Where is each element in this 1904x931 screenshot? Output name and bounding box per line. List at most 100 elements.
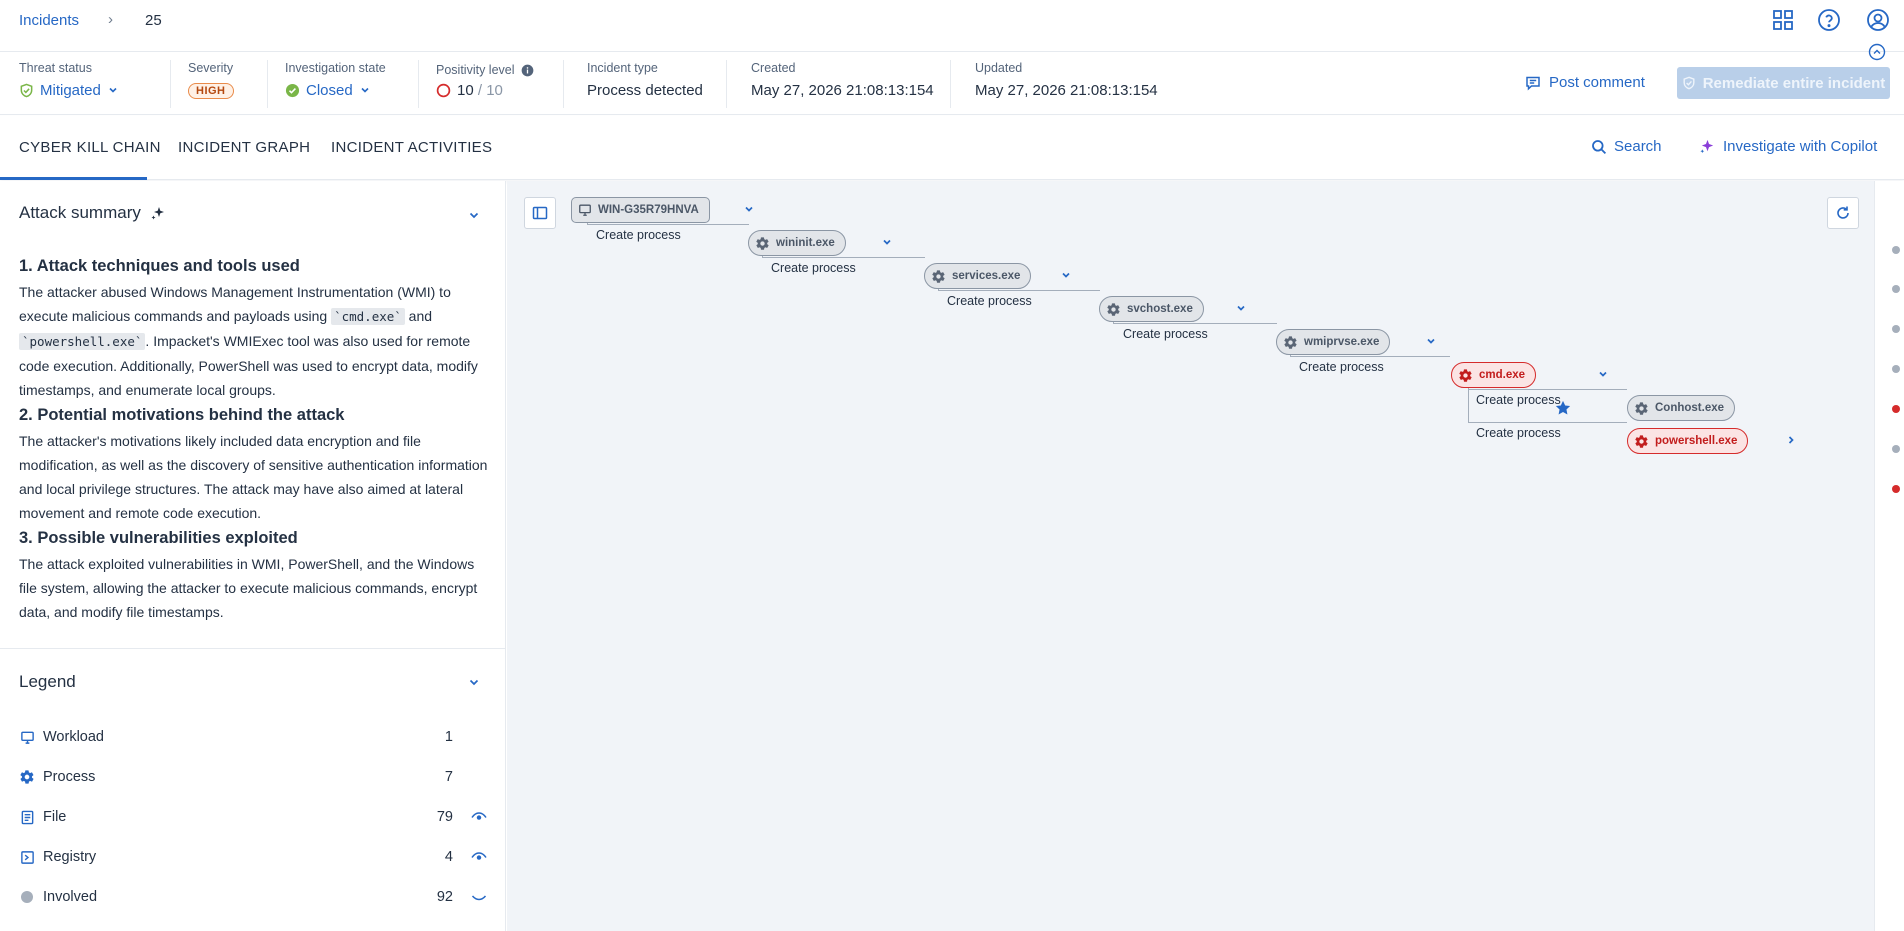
summary-heading-motivations: 2. Potential motivations behind the atta… <box>19 406 345 424</box>
legend-label: Process <box>43 769 96 785</box>
tab-incident-activities[interactable]: INCIDENT ACTIVITIES <box>331 139 492 156</box>
legend-count: 79 <box>436 809 453 825</box>
legend-label: Workload <box>43 729 104 745</box>
attack-summary-title: Attack summary <box>19 203 141 222</box>
breadcrumb-current: 25 <box>145 12 162 29</box>
node-label: wininit.exe <box>776 237 835 249</box>
graph-node-malicious-process[interactable]: cmd.exe <box>1451 362 1537 388</box>
expand-node-chevron-icon[interactable] <box>1597 368 1609 380</box>
node-label: wmiprvse.exe <box>1304 336 1380 348</box>
expand-node-chevron-icon[interactable] <box>1425 335 1437 347</box>
legend-label: File <box>43 809 67 825</box>
created-label: Created <box>751 61 796 75</box>
remediate-label: Remediate entire incident <box>1702 74 1886 92</box>
graph-node-host[interactable]: WIN-G35R79HNVA <box>571 197 710 223</box>
attack-summary-header[interactable]: Attack summary <box>19 203 167 223</box>
divider <box>267 60 268 108</box>
help-icon[interactable] <box>1817 8 1841 32</box>
graph-node-process[interactable]: wmiprvse.exe <box>1276 329 1391 355</box>
eye-visibility-icon[interactable] <box>471 849 487 865</box>
edge-label: Create process <box>596 228 681 242</box>
summary-paragraph-vulnerabilities: The attack exploited vulnerabilities in … <box>19 556 478 620</box>
expand-node-chevron-icon[interactable] <box>743 203 755 215</box>
ai-sparkle-icon <box>151 207 164 220</box>
positivity-ring-icon <box>436 83 451 97</box>
minimap-dot-malicious[interactable] <box>1892 485 1900 493</box>
eye-closed-icon[interactable] <box>471 889 487 905</box>
minimap-dot[interactable] <box>1892 365 1900 373</box>
post-comment-button[interactable]: Post comment <box>1525 74 1645 91</box>
edge-label: Create process <box>771 261 856 275</box>
left-panel: Attack summary 1. Attack techniques and … <box>0 181 506 931</box>
summary-paragraph-motivations: The attacker's motivations likely includ… <box>19 433 488 521</box>
active-tab-indicator <box>0 177 147 180</box>
legend-item-file: File 79 <box>19 806 489 828</box>
minimap-dot[interactable] <box>1892 285 1900 293</box>
node-label: WIN-G35R79HNVA <box>598 204 699 216</box>
tab-bar: CYBER KILL CHAIN INCIDENT GRAPH INCIDENT… <box>0 116 1904 180</box>
gear-icon <box>19 769 35 785</box>
edge-label: Create process <box>1299 360 1384 374</box>
post-comment-label: Post comment <box>1549 74 1645 91</box>
remediate-entire-incident-button[interactable]: Remediate entire incident <box>1677 67 1890 99</box>
threat-status-dropdown[interactable]: Mitigated <box>19 79 119 101</box>
incident-type-label: Incident type <box>587 61 658 75</box>
graph-node-process[interactable]: Conhost.exe <box>1627 395 1736 421</box>
edge-label: Create process <box>1123 327 1208 341</box>
graph-node-process[interactable]: svchost.exe <box>1099 296 1204 322</box>
node-label: cmd.exe <box>1479 369 1526 381</box>
minimap-dot-malicious[interactable] <box>1892 405 1900 413</box>
workload-icon <box>19 729 35 745</box>
expand-node-chevron-icon[interactable] <box>1235 302 1247 314</box>
section-divider <box>0 648 505 649</box>
legend-collapse-icon[interactable] <box>467 675 481 689</box>
node-label: svchost.exe <box>1127 303 1193 315</box>
graph-edges <box>587 204 1627 423</box>
edge-label: Create process <box>1476 426 1561 440</box>
divider <box>950 60 951 108</box>
summary-paragraph-techniques: The attacker abused Windows Management I… <box>19 284 478 398</box>
collapse-header-icon[interactable] <box>1868 43 1886 61</box>
positivity-level-field: Positivity level 10 / 10 <box>436 61 534 101</box>
gear-icon <box>1284 335 1297 349</box>
star-icon[interactable] <box>1554 399 1572 417</box>
info-icon[interactable] <box>521 64 534 77</box>
investigation-state-dropdown[interactable]: Closed <box>285 79 386 101</box>
divider <box>563 60 564 108</box>
code-cmd: `cmd.exe` <box>331 308 405 325</box>
graph-node-process[interactable]: wininit.exe <box>748 230 846 256</box>
node-label: services.exe <box>952 270 1021 282</box>
minimap-dot[interactable] <box>1892 246 1900 254</box>
search-button[interactable]: Search <box>1591 138 1662 155</box>
apps-grid-icon[interactable] <box>1771 8 1795 32</box>
eye-visibility-icon[interactable] <box>471 809 487 825</box>
graph-minimap-rail[interactable] <box>1874 181 1904 931</box>
minimap-dot[interactable] <box>1892 445 1900 453</box>
kill-chain-canvas[interactable]: WIN-G35R79HNVA Create process Create pro… <box>507 181 1874 931</box>
legend-item-process: Process 7 <box>19 766 489 788</box>
comment-icon <box>1526 76 1540 91</box>
gear-icon <box>1107 302 1120 316</box>
chevron-down-icon <box>109 87 117 93</box>
investigate-with-copilot-button[interactable]: Investigate with Copilot <box>1699 138 1877 155</box>
breadcrumb-incidents-link[interactable]: Incidents <box>19 12 79 29</box>
minimap-dot[interactable] <box>1892 325 1900 333</box>
expand-node-chevron-right-icon[interactable] <box>1785 434 1797 446</box>
expand-node-chevron-icon[interactable] <box>881 236 893 248</box>
legend-item-registry: Registry 4 <box>19 846 489 868</box>
search-label: Search <box>1614 138 1662 155</box>
tab-incident-graph[interactable]: INCIDENT GRAPH <box>178 139 310 156</box>
threat-status-value: Mitigated <box>40 81 101 99</box>
expand-node-chevron-icon[interactable] <box>1060 269 1072 281</box>
legend-item-workload: Workload 1 <box>19 726 489 748</box>
graph-node-process[interactable]: services.exe <box>924 263 1032 289</box>
user-account-icon[interactable] <box>1866 8 1890 32</box>
attack-summary-content: 1. Attack techniques and tools used The … <box>19 253 489 626</box>
severity-label: Severity <box>188 61 234 75</box>
positivity-level-max: / 10 <box>473 81 503 99</box>
legend-header[interactable]: Legend <box>19 672 76 692</box>
attack-summary-collapse-icon[interactable] <box>467 208 481 222</box>
breadcrumb-separator-icon: › <box>108 11 113 28</box>
graph-node-malicious-process[interactable]: powershell.exe <box>1627 428 1749 454</box>
tab-cyber-kill-chain[interactable]: CYBER KILL CHAIN <box>19 139 161 156</box>
